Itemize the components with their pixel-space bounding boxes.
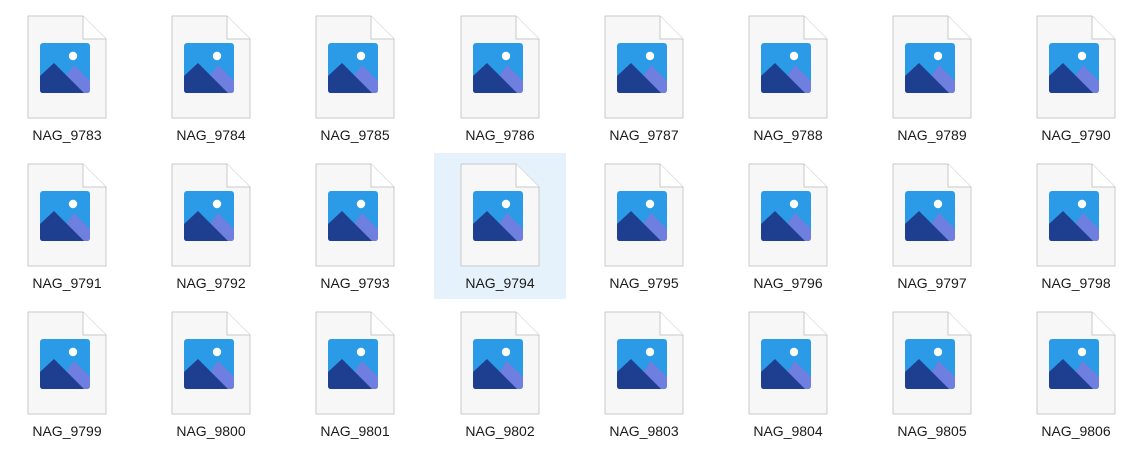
image-file-icon bbox=[1036, 15, 1116, 119]
file-name: NAG_9806 bbox=[1041, 423, 1111, 439]
file-name: NAG_9797 bbox=[897, 275, 967, 291]
image-file-icon bbox=[892, 15, 972, 119]
file-name: NAG_9786 bbox=[465, 127, 535, 143]
image-file-icon bbox=[748, 311, 828, 415]
image-file-icon bbox=[892, 163, 972, 267]
file-item-nag_9784[interactable]: NAG_9784 bbox=[145, 5, 277, 151]
file-item-nag_9790[interactable]: NAG_9790 bbox=[1010, 5, 1121, 151]
file-name: NAG_9800 bbox=[176, 423, 246, 439]
image-file-icon bbox=[171, 311, 251, 415]
file-item-nag_9799[interactable]: NAG_9799 bbox=[1, 301, 133, 447]
image-file-icon bbox=[460, 311, 540, 415]
image-file-icon bbox=[315, 163, 395, 267]
image-file-icon bbox=[604, 311, 684, 415]
file-name: NAG_9788 bbox=[753, 127, 823, 143]
file-name: NAG_9791 bbox=[32, 275, 102, 291]
image-file-icon bbox=[171, 15, 251, 119]
image-file-icon bbox=[604, 163, 684, 267]
file-item-nag_9797[interactable]: NAG_9797 bbox=[866, 153, 998, 299]
image-file-icon bbox=[892, 311, 972, 415]
file-item-nag_9786[interactable]: NAG_9786 bbox=[434, 5, 566, 151]
file-name: NAG_9799 bbox=[32, 423, 102, 439]
image-file-icon bbox=[1036, 311, 1116, 415]
image-file-icon bbox=[171, 163, 251, 267]
image-file-icon bbox=[748, 15, 828, 119]
file-item-nag_9805[interactable]: NAG_9805 bbox=[866, 301, 998, 447]
file-name: NAG_9787 bbox=[609, 127, 679, 143]
file-item-nag_9787[interactable]: NAG_9787 bbox=[578, 5, 710, 151]
image-file-icon bbox=[27, 311, 107, 415]
file-name: NAG_9793 bbox=[320, 275, 390, 291]
image-file-icon bbox=[460, 163, 540, 267]
image-file-icon bbox=[748, 163, 828, 267]
file-item-nag_9804[interactable]: NAG_9804 bbox=[722, 301, 854, 447]
file-name: NAG_9805 bbox=[897, 423, 967, 439]
file-item-nag_9791[interactable]: NAG_9791 bbox=[1, 153, 133, 299]
file-item-nag_9795[interactable]: NAG_9795 bbox=[578, 153, 710, 299]
file-name: NAG_9790 bbox=[1041, 127, 1111, 143]
file-item-nag_9803[interactable]: NAG_9803 bbox=[578, 301, 710, 447]
image-file-icon bbox=[27, 163, 107, 267]
file-name: NAG_9794 bbox=[465, 275, 535, 291]
file-name: NAG_9795 bbox=[609, 275, 679, 291]
file-item-nag_9783[interactable]: NAG_9783 bbox=[1, 5, 133, 151]
image-file-icon bbox=[27, 15, 107, 119]
image-file-icon bbox=[460, 15, 540, 119]
file-name: NAG_9804 bbox=[753, 423, 823, 439]
file-item-nag_9800[interactable]: NAG_9800 bbox=[145, 301, 277, 447]
image-file-icon bbox=[315, 15, 395, 119]
file-name: NAG_9801 bbox=[320, 423, 390, 439]
file-name: NAG_9784 bbox=[176, 127, 246, 143]
file-item-nag_9785[interactable]: NAG_9785 bbox=[289, 5, 421, 151]
file-item-nag_9801[interactable]: NAG_9801 bbox=[289, 301, 421, 447]
image-file-icon bbox=[604, 15, 684, 119]
file-item-nag_9789[interactable]: NAG_9789 bbox=[866, 5, 998, 151]
file-name: NAG_9802 bbox=[465, 423, 535, 439]
file-name: NAG_9796 bbox=[753, 275, 823, 291]
file-item-nag_9806[interactable]: NAG_9806 bbox=[1010, 301, 1121, 447]
file-item-nag_9796[interactable]: NAG_9796 bbox=[722, 153, 854, 299]
image-file-icon bbox=[315, 311, 395, 415]
image-file-icon bbox=[1036, 163, 1116, 267]
file-item-nag_9788[interactable]: NAG_9788 bbox=[722, 5, 854, 151]
file-name: NAG_9803 bbox=[609, 423, 679, 439]
file-item-nag_9802[interactable]: NAG_9802 bbox=[434, 301, 566, 447]
file-item-nag_9792[interactable]: NAG_9792 bbox=[145, 153, 277, 299]
file-item-nag_9794[interactable]: NAG_9794 bbox=[434, 153, 566, 299]
file-grid: NAG_9783 NAG_9784 NAG_9785 NAG_9786 NAG_… bbox=[0, 0, 1121, 454]
file-item-nag_9798[interactable]: NAG_9798 bbox=[1010, 153, 1121, 299]
file-name: NAG_9783 bbox=[32, 127, 102, 143]
file-name: NAG_9792 bbox=[176, 275, 246, 291]
file-name: NAG_9785 bbox=[320, 127, 390, 143]
file-name: NAG_9789 bbox=[897, 127, 967, 143]
file-name: NAG_9798 bbox=[1041, 275, 1111, 291]
file-item-nag_9793[interactable]: NAG_9793 bbox=[289, 153, 421, 299]
